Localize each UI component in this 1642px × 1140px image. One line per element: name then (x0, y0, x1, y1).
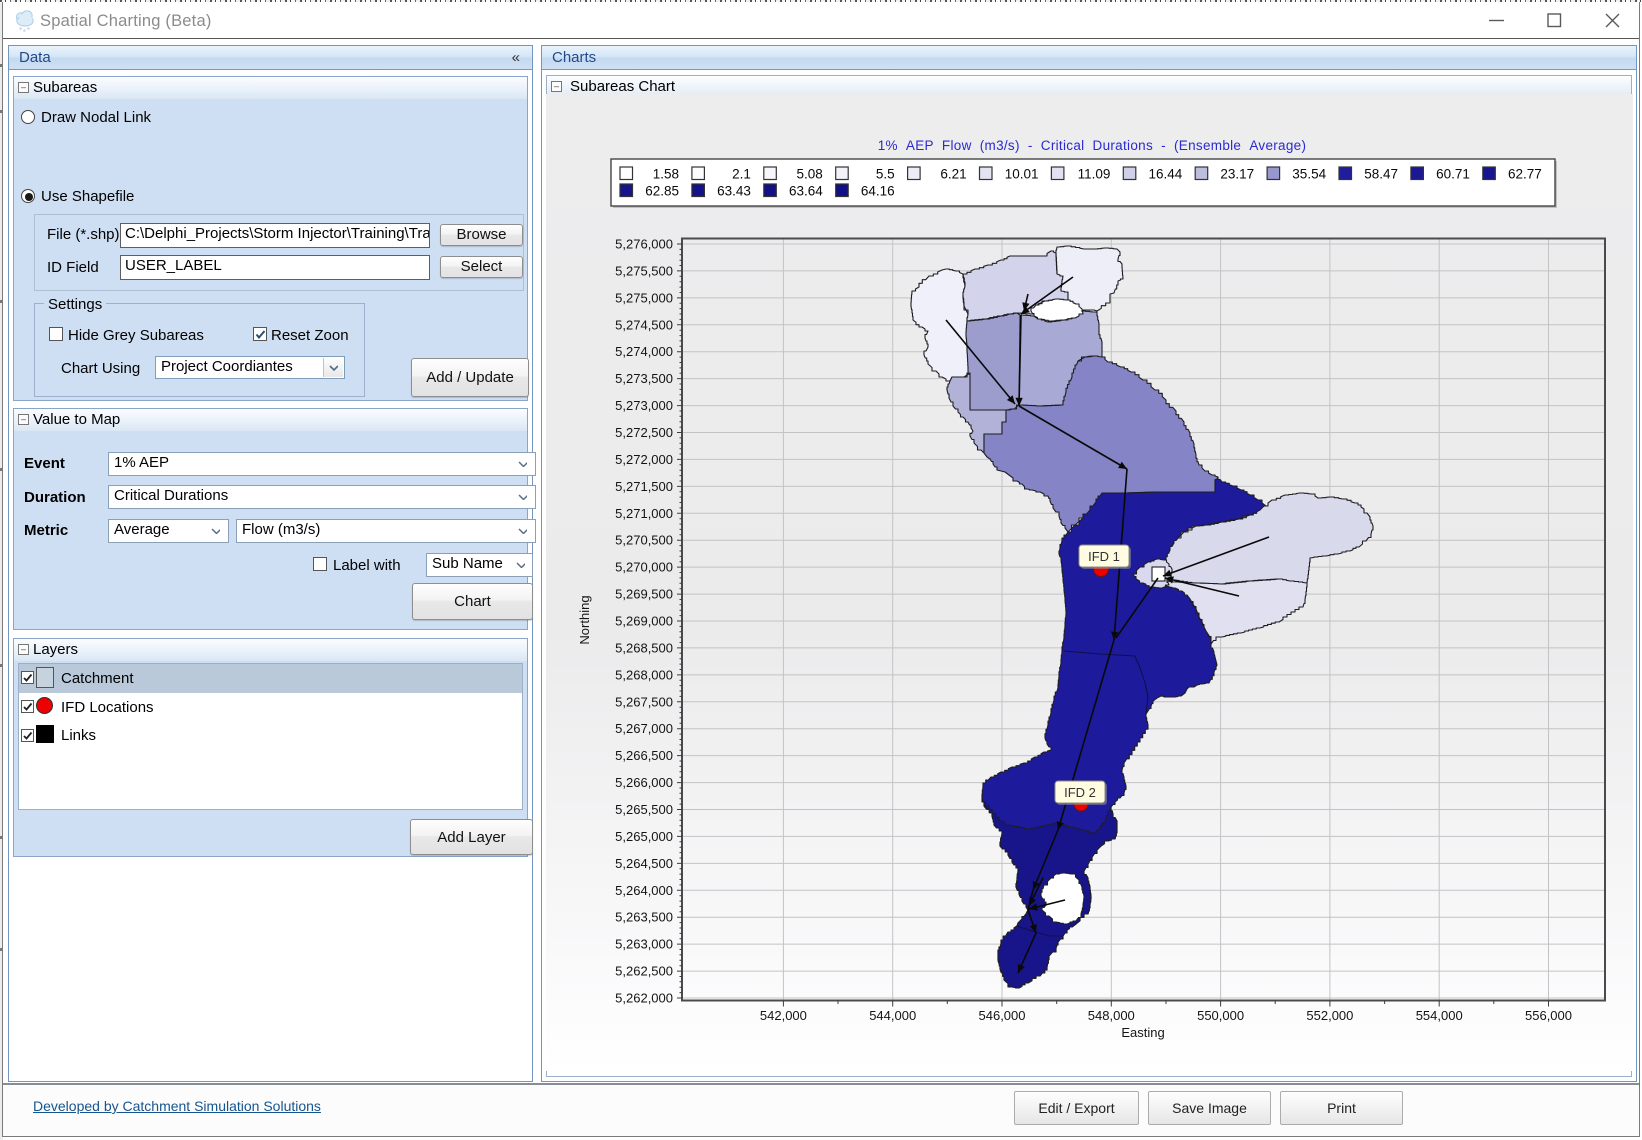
svg-text:5.5: 5.5 (876, 167, 895, 182)
svg-text:63.64: 63.64 (789, 184, 823, 199)
svg-text:5,275,500: 5,275,500 (615, 263, 673, 278)
svg-text:5.08: 5.08 (797, 167, 823, 182)
svg-text:5,264,500: 5,264,500 (615, 856, 673, 871)
svg-text:11.09: 11.09 (1078, 167, 1111, 182)
svg-text:5,274,500: 5,274,500 (615, 317, 673, 332)
svg-text:63.43: 63.43 (717, 184, 751, 199)
svg-text:5,267,500: 5,267,500 (615, 694, 673, 709)
svg-text:5,263,000: 5,263,000 (615, 937, 673, 952)
svg-text:5,272,000: 5,272,000 (615, 452, 673, 467)
svg-text:IFD 1: IFD 1 (1088, 549, 1120, 564)
svg-text:556,000: 556,000 (1525, 1008, 1572, 1023)
svg-text:5,262,500: 5,262,500 (615, 964, 673, 979)
svg-text:544,000: 544,000 (869, 1008, 916, 1023)
svg-text:5,274,000: 5,274,000 (615, 344, 673, 359)
svg-text:58.47: 58.47 (1364, 167, 1398, 182)
svg-text:5,271,000: 5,271,000 (615, 506, 673, 521)
svg-text:5,265,000: 5,265,000 (615, 829, 673, 844)
svg-text:5,263,500: 5,263,500 (615, 910, 673, 925)
svg-text:554,000: 554,000 (1416, 1008, 1463, 1023)
svg-text:5,269,000: 5,269,000 (615, 614, 673, 629)
svg-text:5,270,500: 5,270,500 (615, 533, 673, 548)
svg-text:5,262,000: 5,262,000 (615, 991, 673, 1006)
svg-text:552,000: 552,000 (1306, 1008, 1353, 1023)
svg-text:64.16: 64.16 (861, 184, 895, 199)
svg-text:5,265,500: 5,265,500 (615, 802, 673, 817)
svg-text:Northing: Northing (577, 595, 592, 644)
svg-text:2.1: 2.1 (732, 167, 751, 182)
svg-text:550,000: 550,000 (1197, 1008, 1244, 1023)
svg-text:5,273,500: 5,273,500 (615, 371, 673, 386)
svg-text:5,267,000: 5,267,000 (615, 721, 673, 736)
svg-text:60.71: 60.71 (1436, 167, 1470, 182)
svg-text:5,273,000: 5,273,000 (615, 398, 673, 413)
svg-text:5,272,500: 5,272,500 (615, 425, 673, 440)
svg-text:62.85: 62.85 (645, 184, 679, 199)
svg-text:5,268,000: 5,268,000 (615, 667, 673, 682)
svg-text:5,264,000: 5,264,000 (615, 883, 673, 898)
svg-text:5,270,000: 5,270,000 (615, 560, 673, 575)
svg-text:5,276,000: 5,276,000 (615, 237, 673, 252)
svg-text:546,000: 546,000 (979, 1008, 1026, 1023)
svg-text:542,000: 542,000 (760, 1008, 807, 1023)
svg-text:10.01: 10.01 (1005, 167, 1039, 182)
svg-text:5,271,500: 5,271,500 (615, 479, 673, 494)
svg-text:5,275,000: 5,275,000 (615, 290, 673, 305)
svg-text:5,268,500: 5,268,500 (615, 640, 673, 655)
svg-text:IFD 2: IFD 2 (1064, 785, 1096, 800)
svg-text:548,000: 548,000 (1088, 1008, 1135, 1023)
svg-text:62.77: 62.77 (1508, 167, 1542, 182)
svg-text:1.58: 1.58 (653, 167, 679, 182)
svg-text:16.44: 16.44 (1149, 167, 1183, 182)
svg-text:5,269,500: 5,269,500 (615, 587, 673, 602)
svg-text:6.21: 6.21 (940, 167, 966, 182)
svg-text:5,266,000: 5,266,000 (615, 775, 673, 790)
svg-text:23.17: 23.17 (1220, 167, 1254, 182)
svg-text:35.54: 35.54 (1292, 167, 1326, 182)
svg-text:Easting: Easting (1121, 1025, 1164, 1040)
svg-text:1% AEP Flow (m3/s) - Crit: 1% AEP Flow (m3/s) - Critical Durations … (878, 138, 1307, 153)
svg-text:5,266,500: 5,266,500 (615, 748, 673, 763)
